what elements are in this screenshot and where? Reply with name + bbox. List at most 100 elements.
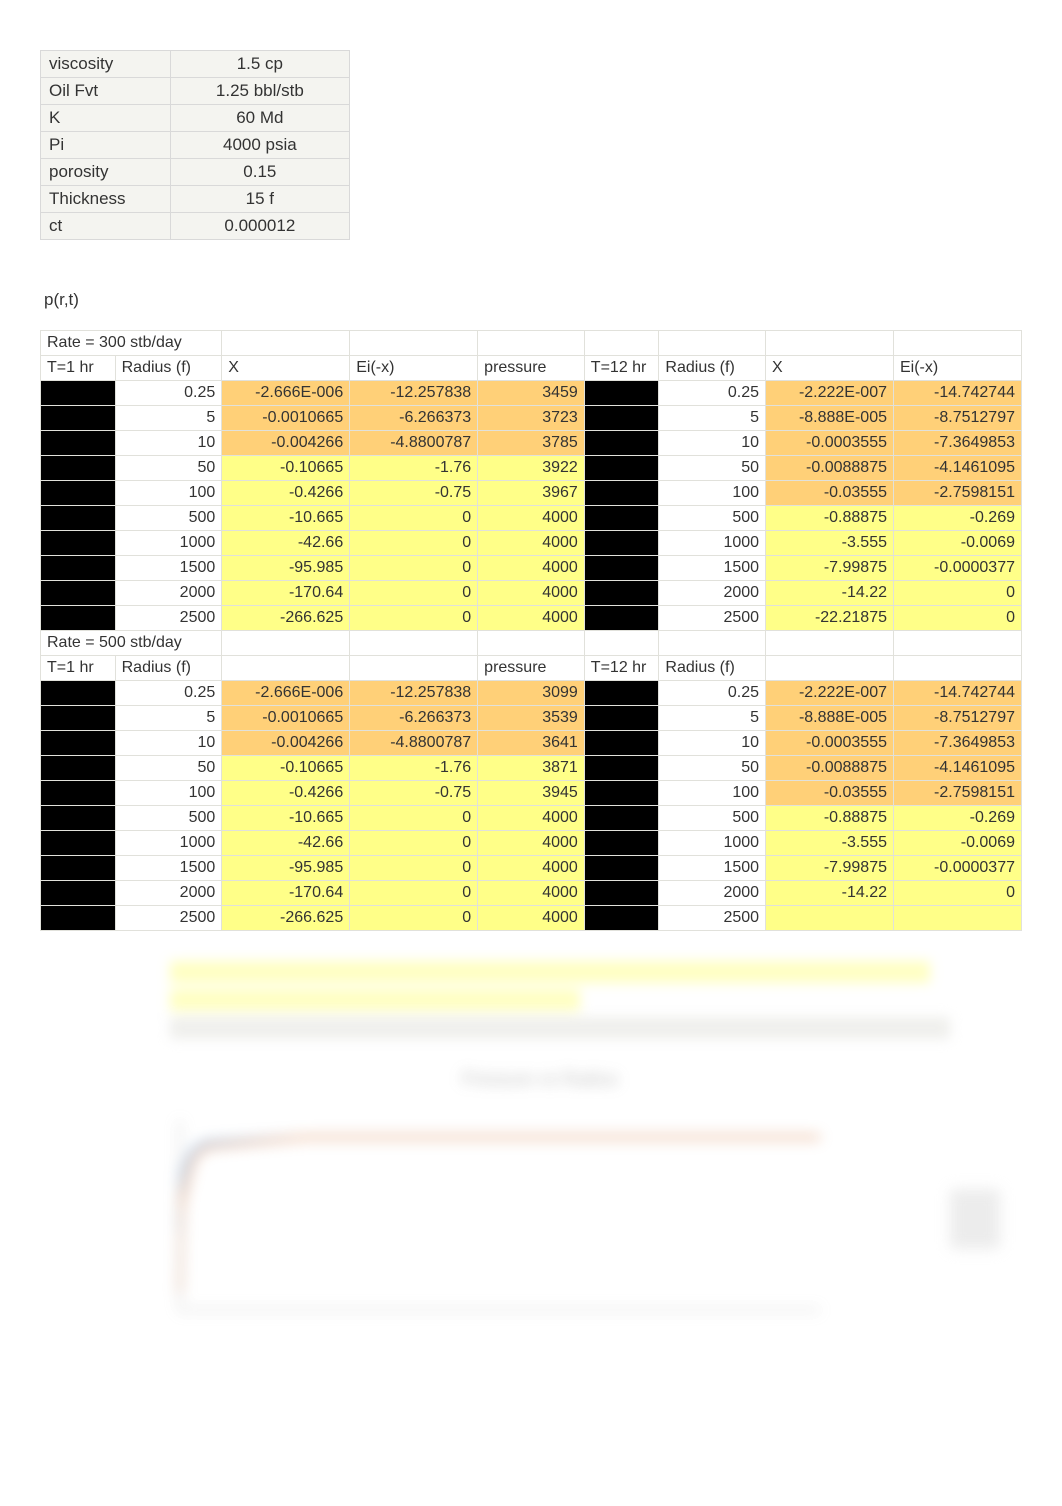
mask-cell xyxy=(584,531,659,556)
radius-cell-2: 500 xyxy=(659,806,766,831)
ei-cell: 0 xyxy=(350,556,478,581)
data-row: 1000-42.66040001000-3.555-0.0069 xyxy=(41,831,1022,856)
x-cell-2: -7.99875 xyxy=(766,856,894,881)
mask-cell xyxy=(584,556,659,581)
ei-cell-2 xyxy=(894,906,1022,931)
data-row: 500-10.66504000500-0.88875-0.269 xyxy=(41,806,1022,831)
data-row: 1500-95.985040001500-7.99875-0.0000377 xyxy=(41,556,1022,581)
pressure-cell: 4000 xyxy=(478,856,585,881)
radius-cell: 2000 xyxy=(115,881,222,906)
radius-cell-2: 5 xyxy=(659,706,766,731)
x-cell-2: -8.888E-005 xyxy=(766,706,894,731)
pressure-cell: 3723 xyxy=(478,406,585,431)
data-row: 10-0.004266-4.8800787364110-0.0003555-7.… xyxy=(41,731,1022,756)
ei-cell: -12.257838 xyxy=(350,381,478,406)
ei-cell: 0 xyxy=(350,856,478,881)
param-row: K60 Md xyxy=(41,105,350,132)
radius-cell-2: 50 xyxy=(659,456,766,481)
mask-cell xyxy=(41,581,116,606)
data-row: 100-0.4266-0.753967100-0.03555-2.7598151 xyxy=(41,481,1022,506)
param-label: K xyxy=(41,105,171,132)
ei-cell-2: -4.1461095 xyxy=(894,456,1022,481)
mask-cell xyxy=(584,381,659,406)
mask-cell xyxy=(41,756,116,781)
mask-cell xyxy=(41,831,116,856)
x-cell: -0.10665 xyxy=(222,756,350,781)
param-row: viscosity1.5 cp xyxy=(41,51,350,78)
param-value: 15 f xyxy=(170,186,349,213)
hdr-pressure: pressure xyxy=(478,656,585,681)
param-value: 1.5 cp xyxy=(170,51,349,78)
radius-cell: 5 xyxy=(115,706,222,731)
radius-cell-2: 100 xyxy=(659,781,766,806)
ei-cell-2: -7.3649853 xyxy=(894,431,1022,456)
radius-cell: 500 xyxy=(115,806,222,831)
x-cell: -0.004266 xyxy=(222,431,350,456)
hdr-x-2 xyxy=(766,656,894,681)
mask-cell xyxy=(41,381,116,406)
pressure-cell: 4000 xyxy=(478,606,585,631)
param-value: 0.000012 xyxy=(170,213,349,240)
radius-cell-2: 10 xyxy=(659,731,766,756)
x-cell-2: -3.555 xyxy=(766,531,894,556)
ei-cell-2: 0 xyxy=(894,581,1022,606)
mask-cell xyxy=(584,406,659,431)
mask-cell xyxy=(41,556,116,581)
mask-cell xyxy=(41,531,116,556)
radius-cell-2: 1000 xyxy=(659,531,766,556)
pressure-cell: 4000 xyxy=(478,581,585,606)
x-cell-2: -0.0003555 xyxy=(766,431,894,456)
data-row: 0.25-2.666E-006-12.25783830990.25-2.222E… xyxy=(41,681,1022,706)
hdr-t12: T=12 hr xyxy=(584,656,659,681)
x-cell: -42.66 xyxy=(222,831,350,856)
radius-cell: 1000 xyxy=(115,531,222,556)
ei-cell: 0 xyxy=(350,806,478,831)
x-cell-2: -22.21875 xyxy=(766,606,894,631)
mask-cell xyxy=(584,606,659,631)
pressure-cell: 4000 xyxy=(478,531,585,556)
data-row: 1500-95.985040001500-7.99875-0.0000377 xyxy=(41,856,1022,881)
mask-cell xyxy=(41,806,116,831)
radius-cell: 100 xyxy=(115,781,222,806)
parameters-table: viscosity1.5 cpOil Fvt1.25 bbl/stbK60 Md… xyxy=(40,50,350,240)
ei-cell-2: -0.0069 xyxy=(894,831,1022,856)
mask-cell xyxy=(41,456,116,481)
x-cell: -95.985 xyxy=(222,556,350,581)
radius-cell: 1000 xyxy=(115,831,222,856)
mask-cell xyxy=(584,756,659,781)
radius-cell: 0.25 xyxy=(115,381,222,406)
pressure-cell: 4000 xyxy=(478,556,585,581)
x-cell: -0.004266 xyxy=(222,731,350,756)
x-cell-2 xyxy=(766,906,894,931)
ei-cell-2: -0.269 xyxy=(894,506,1022,531)
x-cell: -170.64 xyxy=(222,881,350,906)
blurred-paragraph xyxy=(40,961,1022,1039)
mask-cell xyxy=(584,831,659,856)
radius-cell: 0.25 xyxy=(115,681,222,706)
param-label: viscosity xyxy=(41,51,171,78)
radius-cell-2: 0.25 xyxy=(659,381,766,406)
radius-cell-2: 50 xyxy=(659,756,766,781)
param-row: ct0.000012 xyxy=(41,213,350,240)
radius-cell-2: 5 xyxy=(659,406,766,431)
radius-cell: 10 xyxy=(115,431,222,456)
mask-cell xyxy=(584,681,659,706)
radius-cell: 2500 xyxy=(115,606,222,631)
radius-cell: 5 xyxy=(115,406,222,431)
pressure-cell: 3945 xyxy=(478,781,585,806)
hdr-x xyxy=(222,656,350,681)
ei-cell-2: -2.7598151 xyxy=(894,481,1022,506)
x-cell-2: -14.22 xyxy=(766,881,894,906)
mask-cell xyxy=(584,806,659,831)
ei-cell-2: 0 xyxy=(894,881,1022,906)
radius-cell: 50 xyxy=(115,456,222,481)
x-cell: -0.0010665 xyxy=(222,406,350,431)
ei-cell-2: 0 xyxy=(894,606,1022,631)
param-value: 4000 psia xyxy=(170,132,349,159)
param-value: 60 Md xyxy=(170,105,349,132)
ei-cell-2: -0.269 xyxy=(894,806,1022,831)
data-row: 50-0.10665-1.76387150-0.0088875-4.146109… xyxy=(41,756,1022,781)
x-cell: -266.625 xyxy=(222,606,350,631)
hdr-ei-2 xyxy=(894,656,1022,681)
data-row: 0.25-2.666E-006-12.25783834590.25-2.222E… xyxy=(41,381,1022,406)
